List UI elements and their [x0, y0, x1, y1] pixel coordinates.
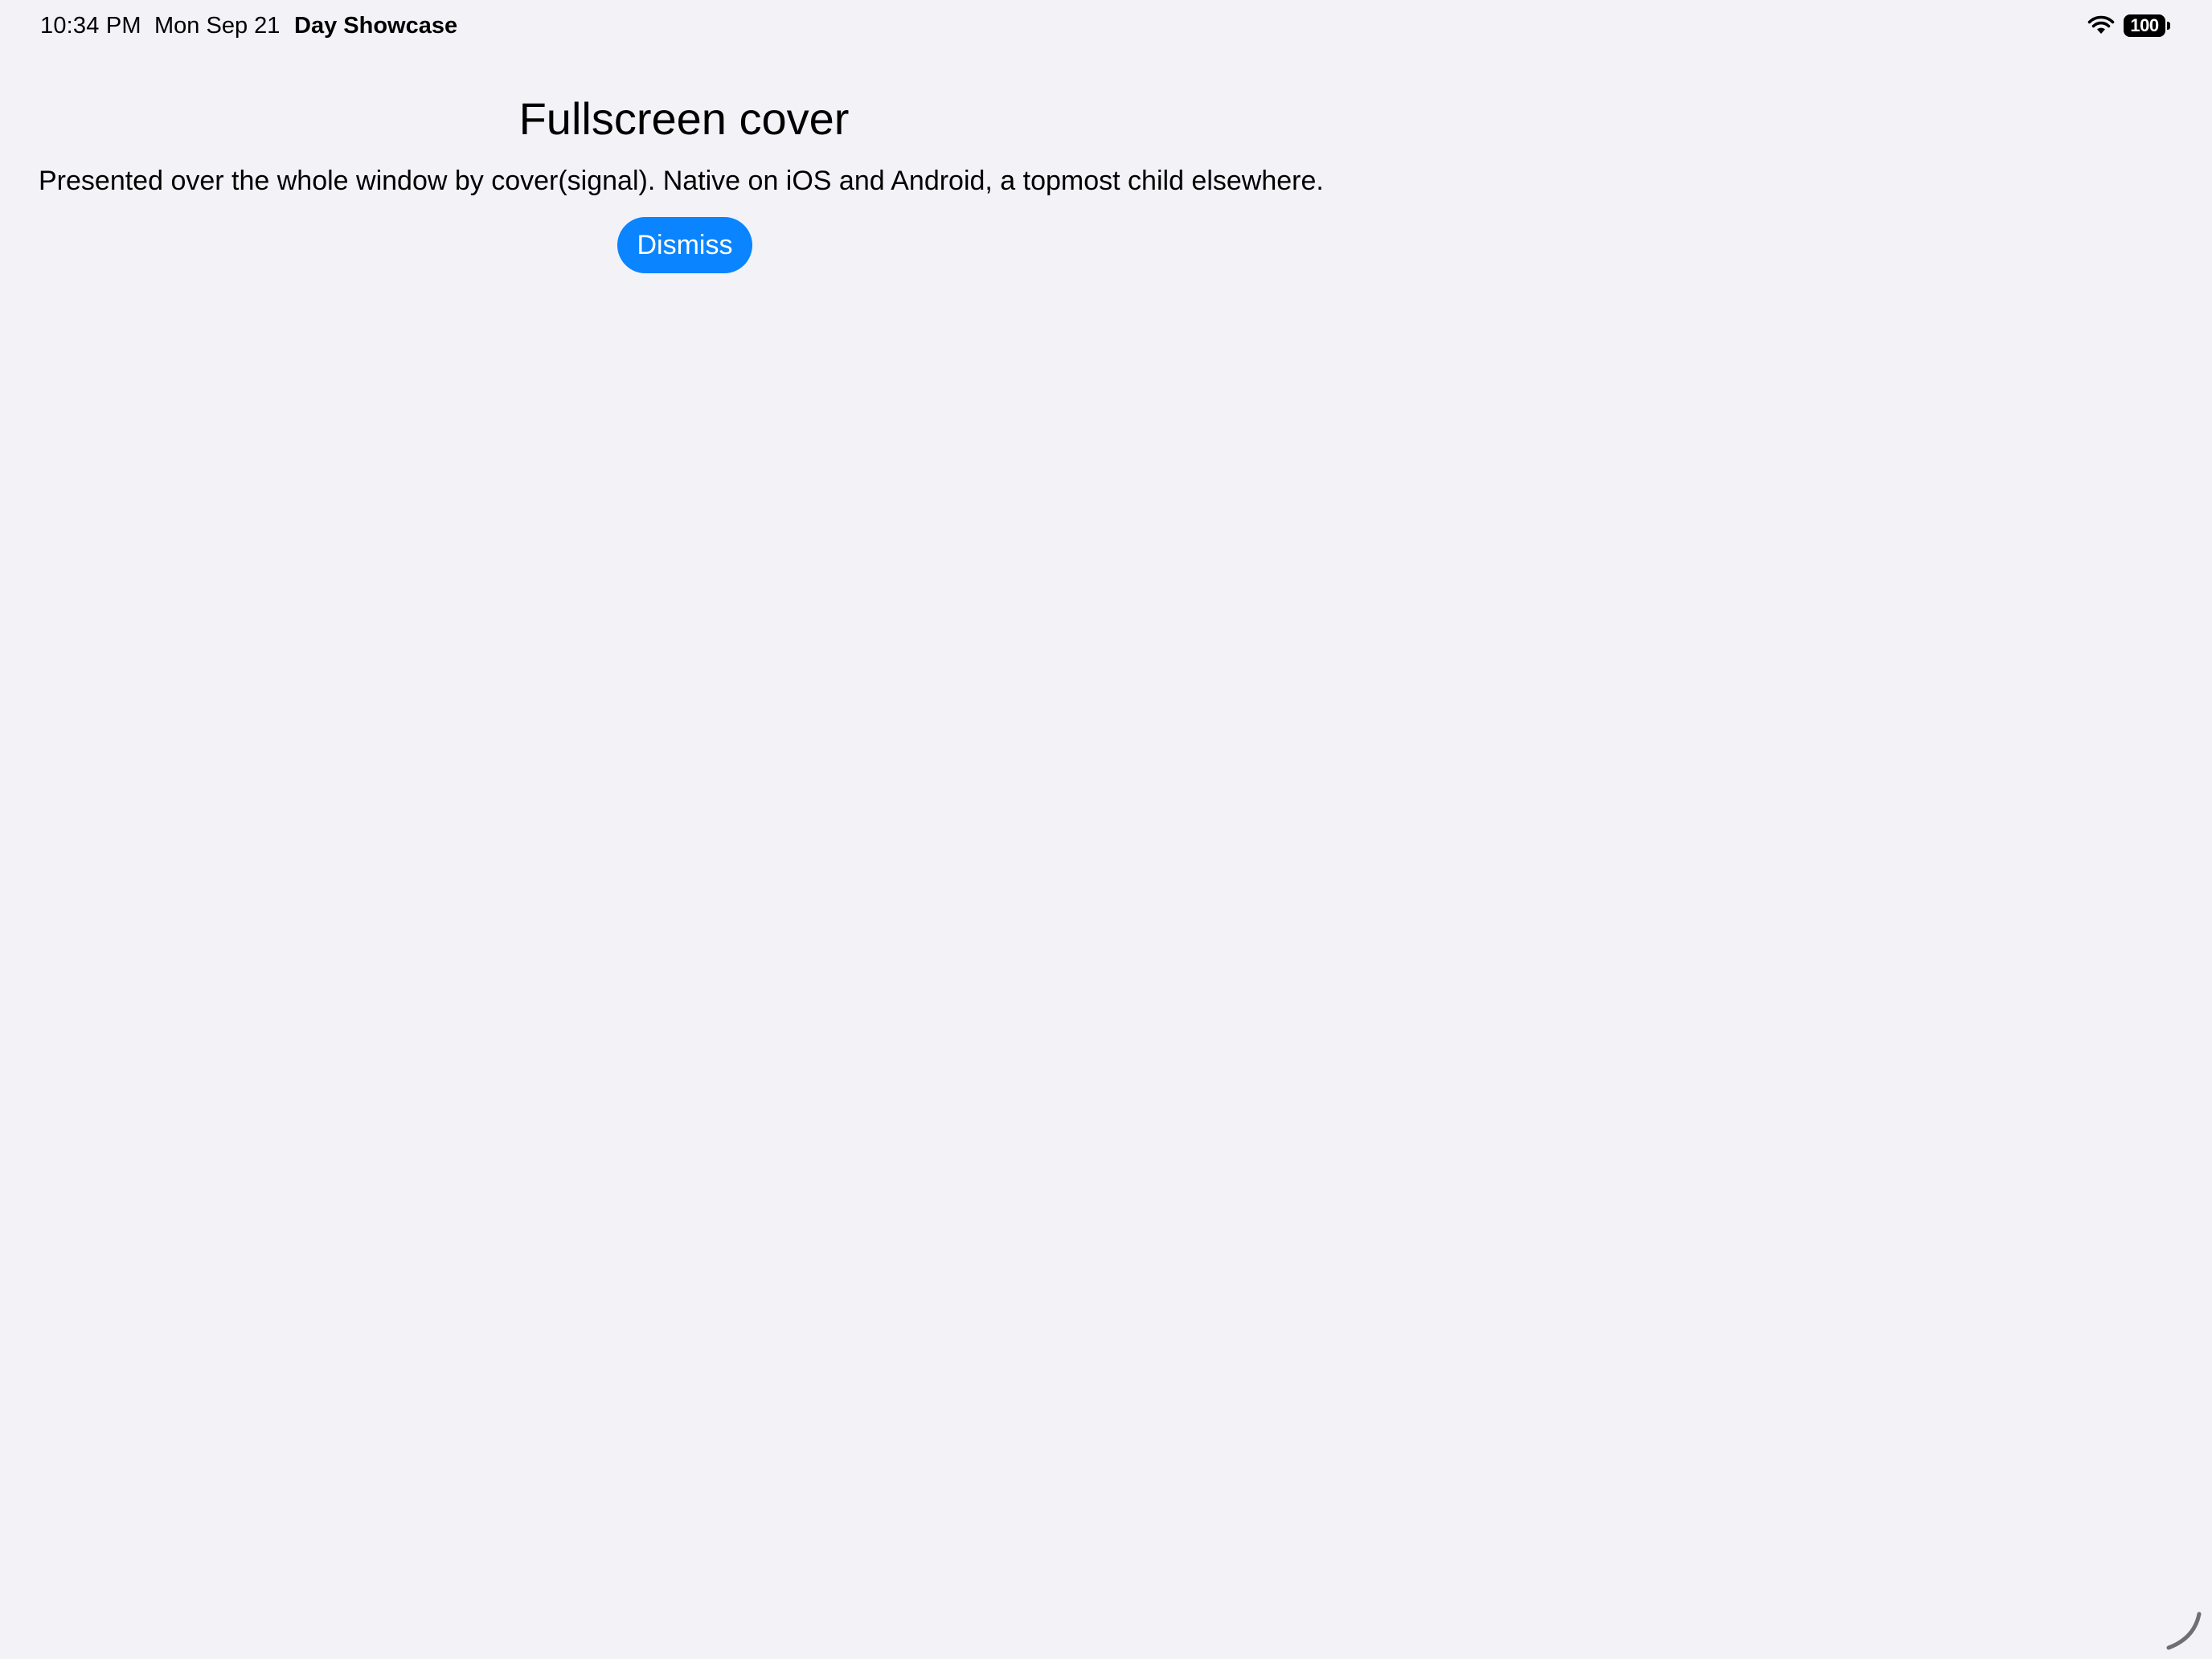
- screen: 10:34 PM Mon Sep 21 Day Showcase 100 Ful…: [0, 0, 2212, 1659]
- status-time: 10:34 PM: [40, 13, 141, 39]
- battery-level: 100: [2124, 14, 2165, 37]
- cover-description: Presented over the whole window by cover…: [39, 166, 1324, 196]
- window-resize-handle-icon[interactable]: [2162, 1611, 2202, 1651]
- battery-icon: 100: [2124, 14, 2170, 37]
- status-app-name: Day Showcase: [294, 13, 458, 39]
- wifi-icon: [2087, 14, 2116, 37]
- battery-tip: [2167, 22, 2170, 30]
- page-title: Fullscreen cover: [518, 93, 850, 144]
- dismiss-button[interactable]: Dismiss: [617, 217, 752, 273]
- status-bar: 10:34 PM Mon Sep 21 Day Showcase 100: [0, 0, 2212, 53]
- status-date: Mon Sep 21: [154, 13, 281, 39]
